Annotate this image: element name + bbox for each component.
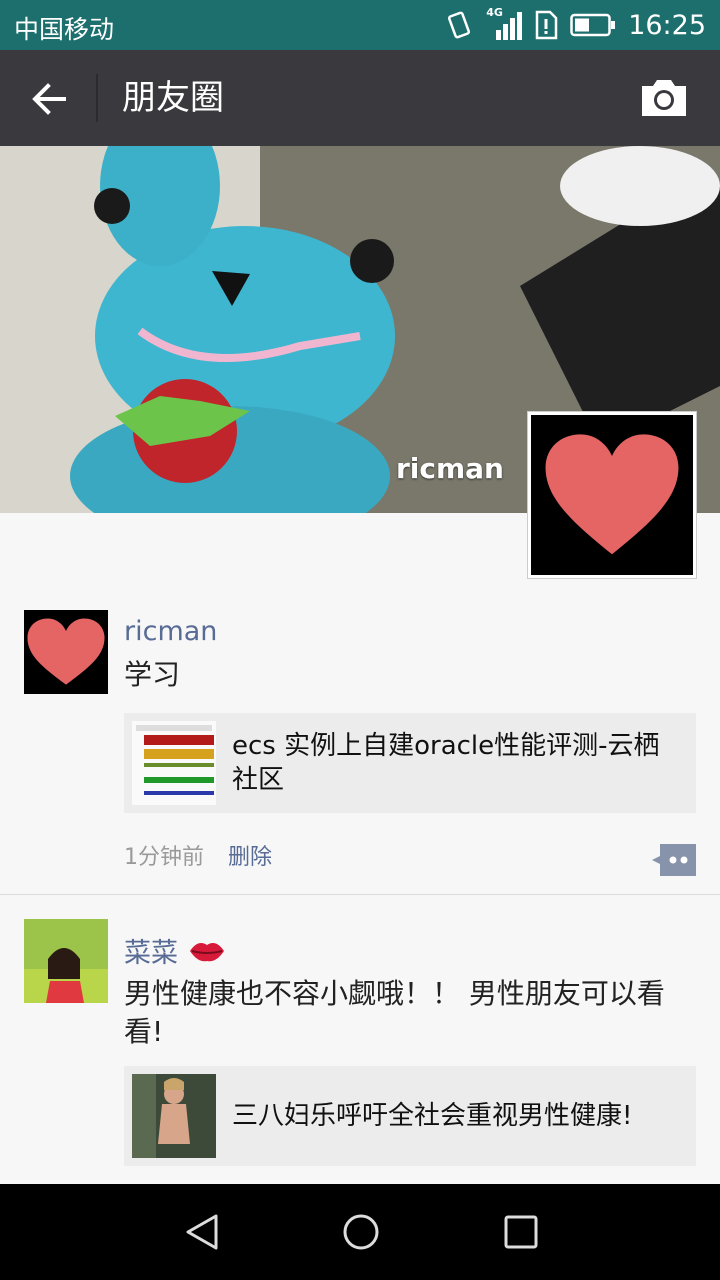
arrow-left-icon[interactable] [28, 78, 70, 120]
heart-icon [545, 434, 679, 555]
link-thumbnail [132, 1074, 216, 1158]
post-time: 1分钟前 [124, 845, 204, 870]
carrier-name: 中国移动 [14, 15, 115, 44]
status-bar: 中国移动 4G 16:25 [0, 0, 720, 50]
link-title: 三八妇乐呼吁全社会重视男性健康! [232, 1101, 633, 1131]
nav-home-icon[interactable] [341, 1212, 381, 1252]
system-nav-bar [0, 1184, 720, 1280]
cover-user-name: ricman [395, 452, 504, 485]
post-author[interactable]: 菜菜 [124, 931, 178, 970]
heart-icon [27, 618, 105, 685]
link-card[interactable]: 三八妇乐呼吁全社会重视男性健康! [124, 1066, 696, 1166]
avatar[interactable] [24, 919, 108, 1003]
camera-icon[interactable] [640, 78, 688, 118]
network-type: 4G [486, 6, 503, 19]
battery-icon [570, 13, 616, 37]
comment-icon[interactable] [652, 844, 696, 876]
post-divider [0, 894, 720, 895]
title-divider [96, 74, 98, 122]
nav-recents-icon[interactable] [501, 1212, 541, 1252]
nav-back-icon[interactable] [182, 1212, 222, 1252]
link-card[interactable]: ecs 实例上自建oracle性能评测-云栖社区 [124, 713, 696, 813]
post-author-row: 菜菜 [124, 931, 226, 970]
link-title: ecs 实例上自建oracle性能评测-云栖社区 [232, 731, 660, 795]
delete-button[interactable]: 删除 [228, 839, 272, 871]
post-author[interactable]: ricman [124, 616, 217, 647]
signal-icon: 4G [484, 6, 523, 42]
page-title: 朋友圈 [122, 78, 224, 118]
sim-alert-icon [535, 10, 558, 40]
link-thumbnail [132, 721, 216, 805]
title-bar: 朋友圈 [0, 50, 720, 146]
post-text: 学习 [124, 658, 181, 691]
profile-avatar[interactable] [528, 412, 696, 578]
clock: 16:25 [628, 9, 706, 41]
status-icons: 4G 16:25 [446, 6, 706, 42]
vibrate-icon [448, 11, 471, 39]
post-text: 男性健康也不容小觑哦！！ 男性朋友可以看看! [124, 977, 665, 1048]
lips-emoji-icon [190, 942, 224, 961]
avatar[interactable] [24, 610, 108, 694]
